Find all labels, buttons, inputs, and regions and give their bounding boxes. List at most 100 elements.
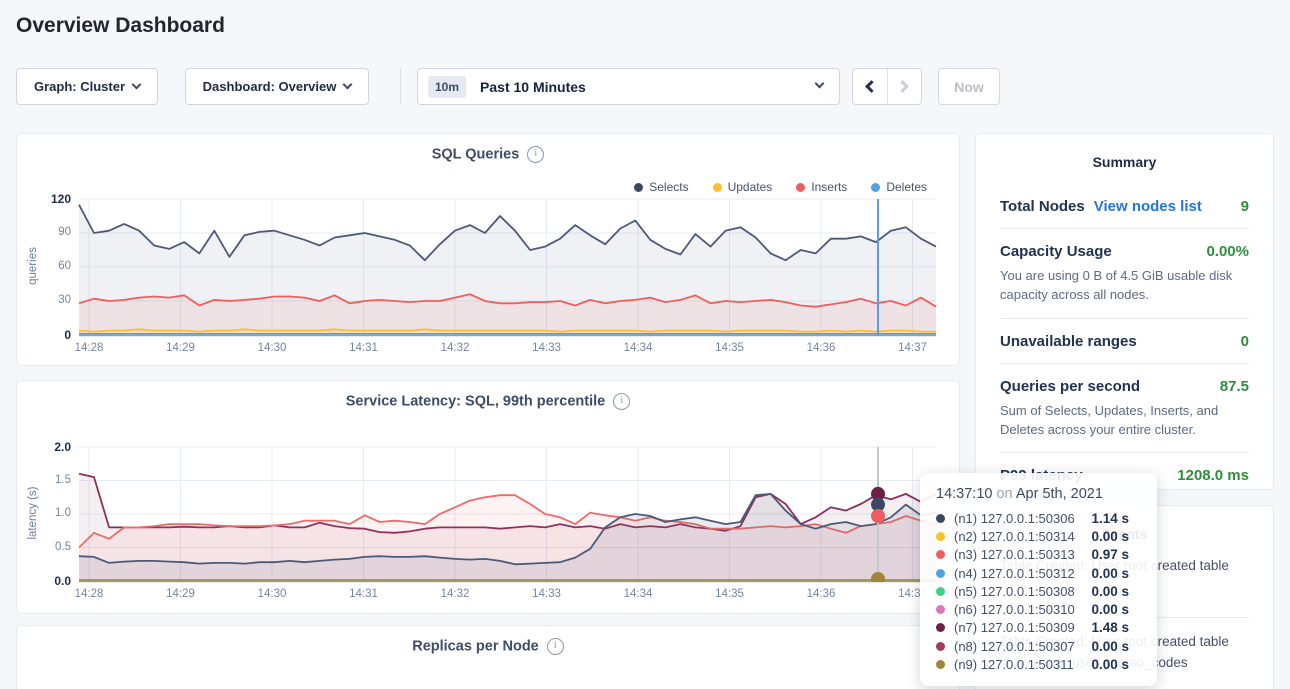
x-tick-label: 14:30: [246, 588, 298, 600]
replicas-per-node-panel: Replicas per Node i: [16, 625, 960, 689]
tooltip-node-row: (n2) 127.0.0.1:503140.00 s: [936, 527, 1143, 545]
summary-panel: Summary Total Nodes View nodes list 9 Ca…: [975, 133, 1274, 490]
tooltip-node-label: (n4) 127.0.0.1:50312: [954, 566, 1075, 581]
tooltip-node-row: (n5) 127.0.0.1:503080.00 s: [936, 582, 1143, 600]
tooltip-node-label: (n8) 127.0.0.1:50307: [954, 639, 1075, 654]
summary-value: 0.00%: [1206, 243, 1249, 260]
legend-dot-icon: [871, 183, 880, 192]
series-color-dot-icon: [936, 623, 945, 632]
series-color-dot-icon: [936, 660, 945, 669]
series-color-dot-icon: [936, 587, 945, 596]
summary-label: Unavailable ranges: [1000, 333, 1137, 350]
controls-divider: [400, 68, 401, 105]
summary-row-queries-per-second: Queries per second 87.5 Sum of Selects, …: [1000, 363, 1249, 453]
view-nodes-list-link[interactable]: View nodes list: [1094, 198, 1202, 215]
info-icon[interactable]: i: [547, 638, 564, 655]
y-tick-label: 90: [27, 226, 71, 238]
chevron-right-icon: [896, 80, 909, 93]
y-tick-label: 0: [27, 328, 71, 342]
legend-item-updates[interactable]: Updates: [713, 180, 773, 194]
tooltip-node-row: (n6) 127.0.0.1:503100.00 s: [936, 600, 1143, 618]
chart-hover-tooltip: 14:37:10 on Apr 5th, 2021 (n1) 127.0.0.1…: [920, 473, 1157, 686]
dashboard-dropdown[interactable]: Dashboard: Overview: [185, 68, 369, 105]
x-tick-label: 14:31: [338, 588, 390, 600]
service-latency-panel: Service Latency: SQL, 99th percentilei l…: [16, 380, 960, 614]
y-tick-label: 60: [27, 260, 71, 272]
summary-row-capacity-usage: Capacity Usage 0.00% You are using 0 B o…: [1000, 228, 1249, 318]
tooltip-time: 14:37:10: [936, 486, 992, 502]
now-button[interactable]: Now: [938, 68, 1000, 105]
x-tick-label: 14:37: [887, 342, 939, 354]
tooltip-node-label: (n7) 127.0.0.1:50309: [954, 620, 1075, 635]
chevron-down-icon: [815, 79, 825, 89]
legend-dot-icon: [796, 183, 805, 192]
tooltip-timestamp: 14:37:10 on Apr 5th, 2021: [936, 486, 1143, 502]
legend-item-deletes[interactable]: Deletes: [871, 180, 927, 194]
chart-legend: Selects Updates Inserts Deletes: [634, 180, 927, 194]
y-tick-label: 120: [27, 192, 71, 206]
summary-value: 87.5: [1220, 378, 1249, 395]
chart-title-text: Replicas per Node: [412, 639, 539, 655]
summary-description: You are using 0 B of 4.5 GiB usable disk…: [1000, 267, 1249, 305]
series-color-dot-icon: [936, 514, 945, 523]
x-tick-label: 14:36: [795, 588, 847, 600]
time-forward-button[interactable]: [887, 69, 922, 104]
summary-row-total-nodes: Total Nodes View nodes list 9: [1000, 184, 1249, 228]
x-tick-label: 14:28: [63, 342, 115, 354]
legend-dot-icon: [713, 183, 722, 192]
legend-dot-icon: [634, 183, 643, 192]
tooltip-node-value: 0.00 s: [1091, 529, 1143, 544]
x-tick-label: 14:31: [338, 342, 390, 354]
tooltip-node-label: (n6) 127.0.0.1:50310: [954, 602, 1075, 617]
legend-item-inserts[interactable]: Inserts: [796, 180, 847, 194]
graph-dropdown[interactable]: Graph: Cluster: [16, 68, 158, 105]
summary-title: Summary: [976, 154, 1273, 170]
series-color-dot-icon: [936, 642, 945, 651]
summary-label: Queries per second: [1000, 378, 1140, 395]
tooltip-date: Apr 5th, 2021: [1016, 486, 1103, 502]
tooltip-node-value: 0.97 s: [1091, 547, 1143, 562]
tooltip-node-label: (n1) 127.0.0.1:50306: [954, 511, 1075, 526]
tooltip-node-label: (n9) 127.0.0.1:50311: [954, 657, 1074, 672]
tooltip-node-value: 0.00 s: [1091, 639, 1143, 654]
chevron-down-icon: [132, 80, 142, 90]
x-tick-label: 14:30: [246, 342, 298, 354]
legend-item-selects[interactable]: Selects: [634, 180, 688, 194]
series-color-dot-icon: [936, 605, 945, 614]
tooltip-node-row: (n3) 127.0.0.1:50313 0.97 s: [936, 546, 1143, 564]
summary-row-unavailable-ranges: Unavailable ranges 0: [1000, 318, 1249, 363]
x-tick-label: 14:29: [155, 588, 207, 600]
tooltip-node-label: (n3) 127.0.0.1:50313: [954, 547, 1075, 562]
x-tick-label: 14:29: [155, 342, 207, 354]
y-tick-label: 1.0: [27, 507, 71, 519]
legend-label: Updates: [728, 180, 773, 194]
chart-title-replicas: Replicas per Node i: [17, 638, 959, 655]
graph-dropdown-label: Graph: Cluster: [34, 79, 125, 94]
summary-description: Sum of Selects, Updates, Inserts, and De…: [1000, 402, 1249, 440]
sql-queries-chart[interactable]: [17, 134, 961, 367]
tooltip-node-row: (n4) 127.0.0.1:50312 0.00 s: [936, 564, 1143, 582]
chevron-left-icon: [865, 80, 878, 93]
tooltip-node-value: 0.00 s: [1091, 584, 1143, 599]
legend-label: Selects: [649, 180, 688, 194]
tooltip-node-value: 0.00 s: [1091, 657, 1143, 672]
summary-value: 0: [1241, 333, 1249, 350]
x-tick-label: 14:32: [429, 342, 481, 354]
dashboard-dropdown-label: Dashboard: Overview: [203, 79, 337, 94]
x-tick-label: 14:34: [612, 342, 664, 354]
page-title: Overview Dashboard: [16, 14, 225, 38]
series-color-dot-icon: [936, 532, 945, 541]
time-range-badge: 10m: [428, 76, 466, 98]
chevron-down-icon: [343, 80, 353, 90]
x-tick-label: 14:32: [429, 588, 481, 600]
time-range-selector[interactable]: 10m Past 10 Minutes: [417, 68, 840, 105]
summary-value: 1208.0 ms: [1177, 467, 1249, 484]
x-tick-label: 14:28: [63, 588, 115, 600]
tooltip-node-row: (n1) 127.0.0.1:503061.14 s: [936, 509, 1143, 527]
tooltip-node-row: (n9) 127.0.0.1:50311 0.00 s: [936, 655, 1143, 673]
time-back-button[interactable]: [853, 69, 887, 104]
tooltip-node-value: 0.00 s: [1091, 566, 1143, 581]
series-color-dot-icon: [936, 550, 945, 559]
service-latency-chart[interactable]: [17, 381, 961, 615]
x-tick-label: 14:35: [704, 342, 756, 354]
